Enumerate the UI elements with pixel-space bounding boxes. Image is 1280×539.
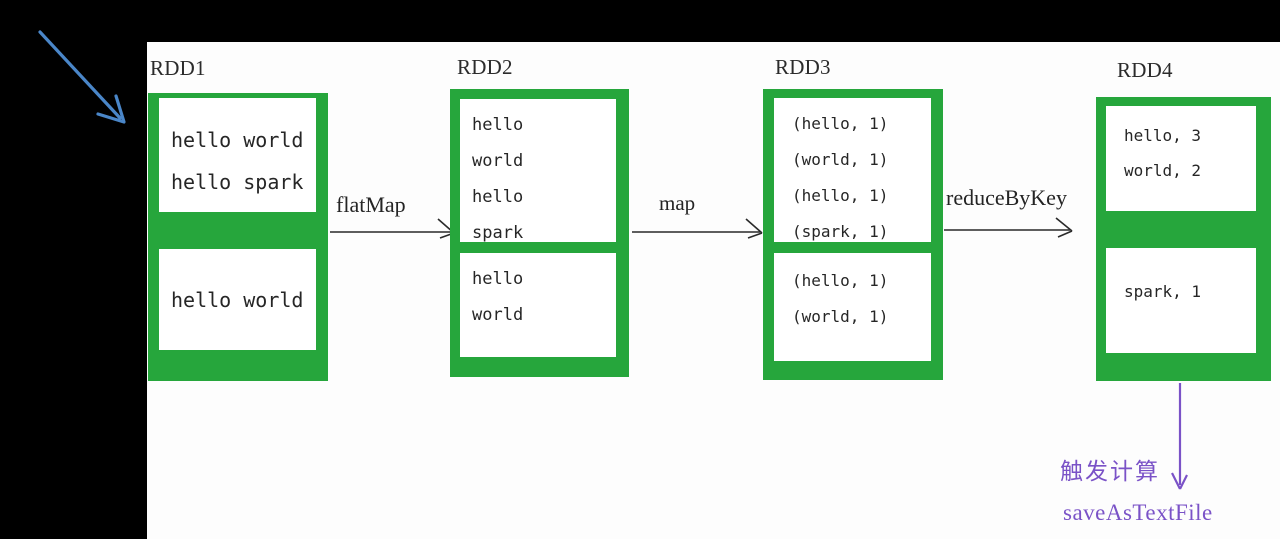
rdd-box-rdd1: hello world hello spark hello world [148, 93, 328, 381]
partition-rdd3-1: (hello, 1) (world, 1) [774, 253, 931, 361]
arrow-reducebykey-icon [944, 217, 1073, 238]
partition-rdd2-1: hello world [460, 253, 616, 357]
partition-line: world [472, 151, 524, 171]
partition-rdd4-1: spark, 1 [1106, 248, 1256, 353]
letterbox-top [0, 0, 1280, 42]
partition-rdd4-0: hello, 3 world, 2 [1106, 106, 1256, 211]
partition-rdd1-0: hello world hello spark [159, 98, 316, 212]
partition-line: hello spark [171, 170, 304, 194]
partition-rdd2-0: hello world hello spark [460, 99, 616, 242]
partition-line: spark, 1 [1124, 282, 1202, 301]
partition-line: world [472, 305, 524, 325]
pointer-arrow-icon [38, 30, 126, 124]
diagram-canvas: RDD1 hello world hello spark hello world… [0, 0, 1280, 539]
arrow-saveastextfile-icon [1171, 383, 1188, 490]
partition-line: (world, 1) [792, 150, 889, 169]
rdd-box-rdd3: (hello, 1) (world, 1) (hello, 1) (spark,… [763, 89, 943, 380]
partition-line: hello, 3 [1124, 126, 1202, 145]
action-operation-label: saveAsTextFile [1063, 500, 1213, 525]
partition-line: hello [472, 115, 524, 135]
partition-rdd3-0: (hello, 1) (world, 1) (hello, 1) (spark,… [774, 98, 931, 242]
partition-line: hello [472, 269, 524, 289]
rdd-label-rdd3: RDD3 [775, 55, 831, 79]
partition-line: (hello, 1) [792, 114, 889, 133]
partition-line: (hello, 1) [792, 186, 889, 205]
partition-line: (world, 1) [792, 307, 889, 326]
arrow-map-icon [632, 218, 763, 239]
partition-line: (hello, 1) [792, 271, 889, 290]
partition-line: hello world [171, 128, 304, 152]
rdd-box-rdd2: hello world hello spark hello world [450, 89, 629, 377]
partition-line: (spark, 1) [792, 222, 889, 241]
arrow-flatmap-icon [330, 218, 455, 239]
partition-line: hello [472, 187, 524, 207]
partition-rdd1-1: hello world [159, 249, 316, 350]
rdd-label-rdd1: RDD1 [150, 56, 206, 80]
action-note-label: 触发计算 [1060, 459, 1160, 484]
partition-line: spark [472, 223, 524, 242]
partition-line: hello world [171, 288, 304, 312]
rdd-label-rdd2: RDD2 [457, 55, 513, 79]
rdd-box-rdd4: hello, 3 world, 2 spark, 1 [1096, 97, 1271, 381]
partition-line: world, 2 [1124, 161, 1202, 180]
rdd-label-rdd4: RDD4 [1117, 58, 1173, 82]
